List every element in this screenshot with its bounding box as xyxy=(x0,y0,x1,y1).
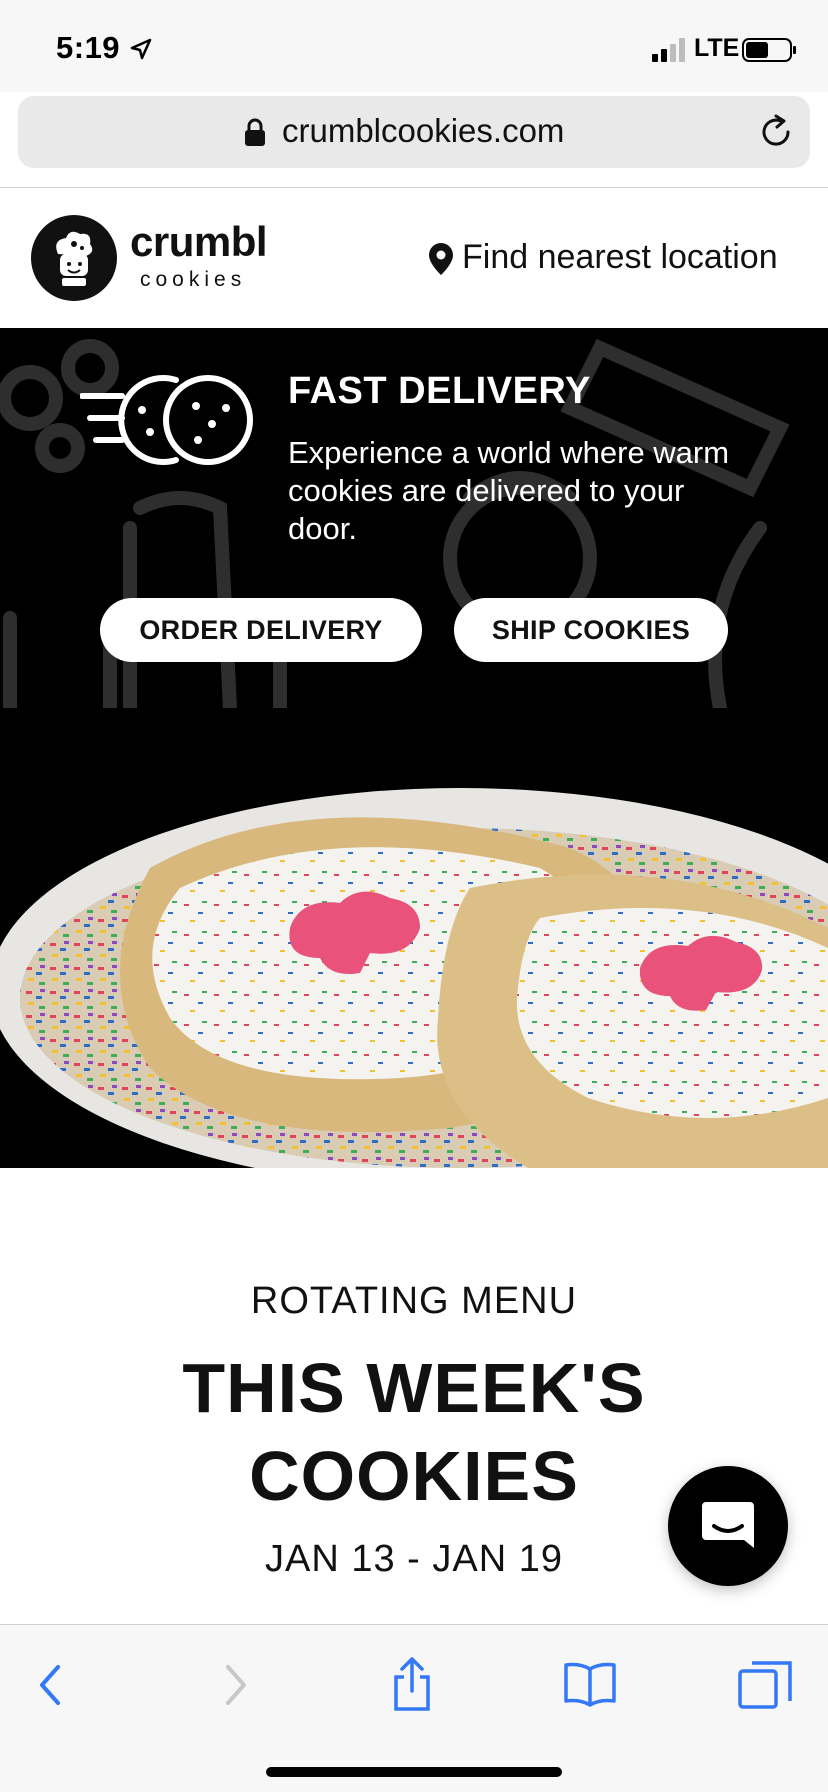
crumbl-logo-icon[interactable] xyxy=(30,214,118,302)
chat-icon xyxy=(702,1502,754,1548)
forward-icon[interactable] xyxy=(204,1655,264,1715)
hero-banner: FAST DELIVERY Experience a world where w… xyxy=(0,328,828,1168)
chat-launcher-button[interactable] xyxy=(668,1466,788,1586)
logo-subtitle: cookies xyxy=(140,268,247,291)
order-delivery-button[interactable]: ORDER DELIVERY xyxy=(100,598,422,662)
hero-description: Experience a world where warm cookies ar… xyxy=(288,435,730,546)
status-time: 5:19 xyxy=(56,30,121,65)
site-header: crumbl cookies Find nearest location xyxy=(0,188,828,328)
lock-icon xyxy=(245,118,265,146)
browser-toolbar xyxy=(0,1624,828,1792)
tabs-icon[interactable] xyxy=(736,1655,796,1715)
location-arrow-icon xyxy=(130,38,152,60)
ship-cookies-button[interactable]: SHIP COOKIES xyxy=(454,598,728,662)
logo-wordmark: crumbl xyxy=(130,218,268,265)
address-bar[interactable]: crumblcookies.com xyxy=(18,96,810,168)
back-icon[interactable] xyxy=(22,1655,82,1715)
map-pin-icon[interactable] xyxy=(428,242,454,276)
menu-title-line-1: THIS WEEK'S xyxy=(182,1349,646,1427)
share-icon[interactable] xyxy=(382,1655,442,1715)
cookie-photo xyxy=(0,788,828,1168)
find-location-link[interactable]: Find nearest location xyxy=(462,238,778,277)
hero-title: FAST DELIVERY xyxy=(288,370,591,412)
network-type: LTE xyxy=(694,34,740,62)
battery-icon xyxy=(742,38,796,62)
delivery-cookie-icon xyxy=(80,375,253,465)
url-text: crumblcookies.com xyxy=(282,112,565,149)
bookmarks-icon[interactable] xyxy=(560,1655,620,1715)
home-indicator xyxy=(266,1767,562,1777)
menu-kicker: ROTATING MENU xyxy=(250,1280,578,1322)
status-bar: 5:19 LTE xyxy=(0,0,828,92)
reload-icon[interactable] xyxy=(758,114,794,150)
signal-icon xyxy=(652,38,685,62)
